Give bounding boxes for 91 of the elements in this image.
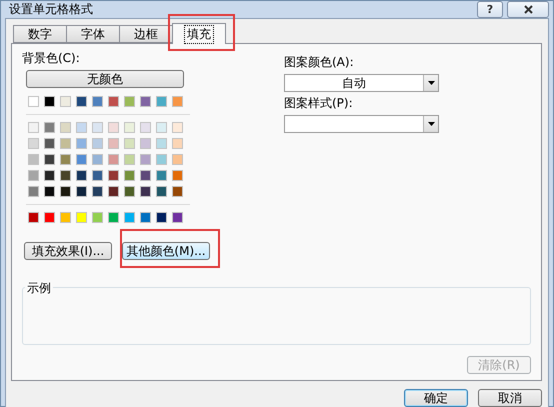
background-color-label: 背景色(C): <box>22 50 81 67</box>
color-swatch[interactable] <box>156 186 167 197</box>
color-swatch[interactable] <box>76 170 87 181</box>
color-swatch[interactable] <box>92 170 103 181</box>
color-swatch[interactable] <box>92 138 103 149</box>
color-swatch[interactable] <box>124 122 135 133</box>
color-swatch[interactable] <box>92 154 103 165</box>
color-swatch[interactable] <box>60 154 71 165</box>
tab[interactable]: 边框 <box>119 25 173 43</box>
color-swatch[interactable] <box>44 186 55 197</box>
color-swatch[interactable] <box>60 186 71 197</box>
color-swatch[interactable] <box>124 212 135 223</box>
color-swatch[interactable] <box>76 138 87 149</box>
color-swatch[interactable] <box>44 212 55 223</box>
close-button[interactable] <box>507 1 549 18</box>
color-swatch[interactable] <box>108 186 119 197</box>
color-swatch[interactable] <box>108 170 119 181</box>
color-swatch[interactable] <box>140 96 151 107</box>
color-swatch[interactable] <box>76 154 87 165</box>
color-swatch[interactable] <box>124 170 135 181</box>
color-swatch[interactable] <box>28 212 39 223</box>
color-swatch[interactable] <box>124 96 135 107</box>
color-swatch[interactable] <box>172 122 183 133</box>
color-swatch[interactable] <box>76 212 87 223</box>
color-swatch[interactable] <box>172 154 183 165</box>
color-swatch[interactable] <box>156 122 167 133</box>
color-swatch[interactable] <box>156 96 167 107</box>
color-swatch[interactable] <box>92 96 103 107</box>
cancel-button[interactable]: 取消 <box>478 389 542 407</box>
color-swatch[interactable] <box>172 212 183 223</box>
pattern-color-label: 图案颜色(A): <box>284 54 355 71</box>
color-swatch[interactable] <box>28 96 39 107</box>
color-swatch[interactable] <box>108 154 119 165</box>
color-swatch[interactable] <box>156 138 167 149</box>
color-swatch[interactable] <box>60 122 71 133</box>
color-swatch[interactable] <box>44 122 55 133</box>
color-swatch[interactable] <box>108 212 119 223</box>
fill-button[interactable]: 填充效果(I)... <box>24 242 112 260</box>
color-swatch[interactable] <box>124 186 135 197</box>
color-swatch[interactable] <box>156 170 167 181</box>
color-swatch[interactable] <box>108 122 119 133</box>
color-swatch[interactable] <box>156 154 167 165</box>
color-swatch[interactable] <box>44 154 55 165</box>
color-swatch[interactable] <box>28 122 39 133</box>
color-swatch[interactable] <box>60 138 71 149</box>
help-button[interactable]: ? <box>477 1 503 18</box>
color-swatch[interactable] <box>140 122 151 133</box>
color-swatch[interactable] <box>44 138 55 149</box>
color-swatch[interactable] <box>60 96 71 107</box>
tab[interactable]: 填充 <box>172 23 226 44</box>
close-icon <box>524 5 532 14</box>
color-swatch[interactable] <box>28 138 39 149</box>
color-swatch[interactable] <box>76 186 87 197</box>
color-swatch[interactable] <box>60 212 71 223</box>
color-swatch[interactable] <box>172 138 183 149</box>
dropdown-arrow-icon <box>428 81 434 85</box>
color-swatch[interactable] <box>108 96 119 107</box>
color-swatch[interactable] <box>76 122 87 133</box>
window-title: 设置单元格格式 <box>9 1 93 18</box>
color-swatch[interactable] <box>92 122 103 133</box>
color-swatch[interactable] <box>140 212 151 223</box>
color-swatch[interactable] <box>28 154 39 165</box>
tab[interactable]: 数字 <box>13 25 67 43</box>
color-swatch[interactable] <box>108 138 119 149</box>
pattern-color-dropdown[interactable]: 自动 <box>284 74 439 92</box>
tab[interactable]: 字体 <box>66 25 120 43</box>
color-swatch[interactable] <box>28 170 39 181</box>
pattern-style-label: 图案样式(P): <box>284 95 354 112</box>
color-swatch[interactable] <box>156 212 167 223</box>
no-color-button[interactable]: 无颜色 <box>26 70 184 88</box>
color-swatch[interactable] <box>28 186 39 197</box>
color-swatch[interactable] <box>92 186 103 197</box>
color-swatch[interactable] <box>44 170 55 181</box>
fill-button[interactable]: 其他颜色(M)... <box>122 242 210 260</box>
color-swatch[interactable] <box>172 170 183 181</box>
color-swatch[interactable] <box>76 96 87 107</box>
color-swatch[interactable] <box>44 96 55 107</box>
color-swatch[interactable] <box>140 170 151 181</box>
ok-button[interactable]: 确定 <box>404 389 468 407</box>
color-swatch[interactable] <box>140 138 151 149</box>
dropdown-arrow-icon <box>428 122 434 126</box>
color-swatch[interactable] <box>92 212 103 223</box>
color-swatch[interactable] <box>140 186 151 197</box>
color-swatch[interactable] <box>124 138 135 149</box>
color-swatch[interactable] <box>60 170 71 181</box>
color-swatch[interactable] <box>124 154 135 165</box>
color-swatch[interactable] <box>172 96 183 107</box>
sample-label: 示例 <box>25 280 53 297</box>
color-swatch[interactable] <box>140 154 151 165</box>
pattern-style-dropdown[interactable] <box>284 115 439 133</box>
color-swatch[interactable] <box>172 186 183 197</box>
